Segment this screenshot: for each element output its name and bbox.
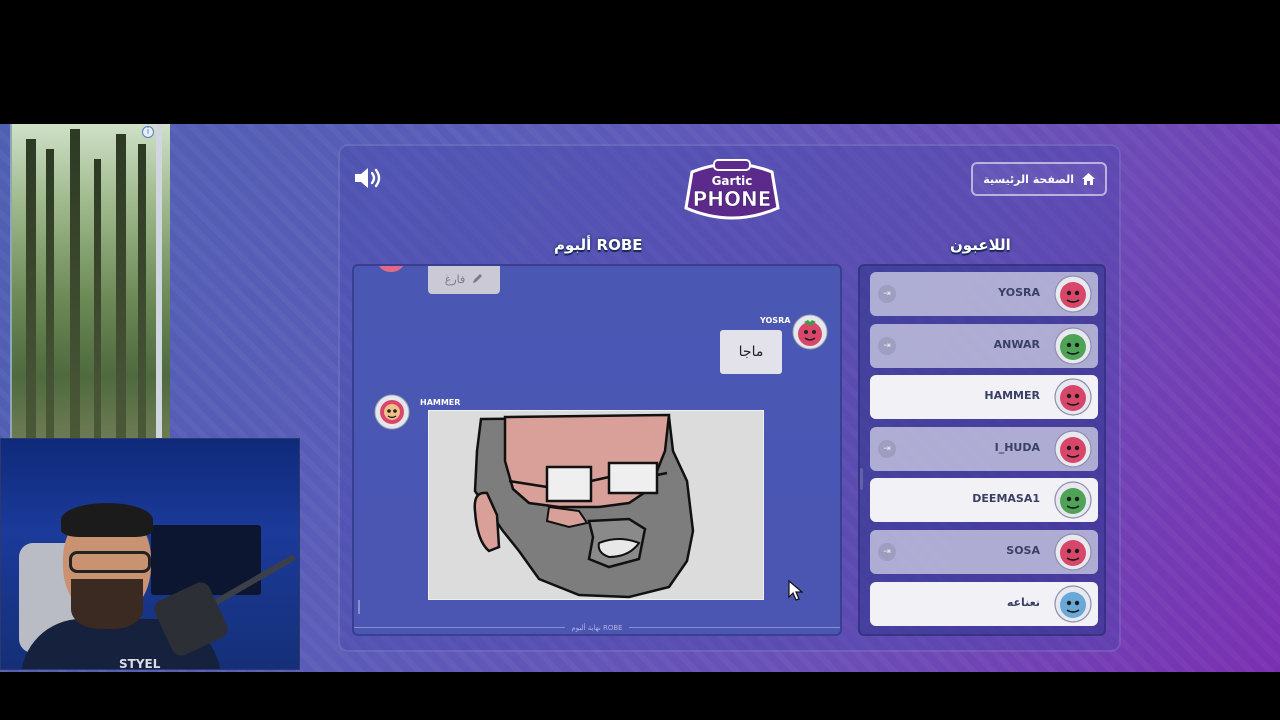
players-list: ⇥ YOSRA ⇥ ANWAR HAMMER ⇥ I_HUDA DEEMASA1 ⇥ SOSA نع…: [858, 264, 1106, 636]
player-row[interactable]: ⇥ ANWAR: [870, 323, 1098, 368]
guess-text-bubble: ماجا: [720, 330, 782, 374]
album-timeline[interactable]: فارغ YOSRA ماجا HAMMER نهاية ألبوم ROBE: [352, 264, 842, 636]
webcam-person-glasses: [69, 551, 151, 573]
player-row[interactable]: ⇥ YOSRA: [870, 272, 1098, 316]
player-name: HAMMER: [984, 389, 1040, 403]
webcam-overlay: STYEL: [0, 438, 300, 670]
donut-face-icon: [1054, 378, 1092, 416]
player-name: نعناعه: [1006, 595, 1040, 609]
kick-player-icon[interactable]: ⇥: [878, 439, 896, 458]
webcam-person-beard: [71, 579, 143, 629]
entry-player-name: HAMMER: [420, 398, 461, 407]
mouse-cursor-icon: [788, 580, 804, 601]
player-name: I_HUDA: [994, 440, 1040, 454]
album-scrollbar[interactable]: [358, 600, 360, 614]
home-icon: [1082, 173, 1095, 185]
game-background: i STYEL Gartic PHONE الصفحة الرئيسية ألب…: [0, 124, 1280, 672]
donut-avatar-icon: [374, 394, 410, 430]
strawberry-avatar-icon: [792, 314, 828, 350]
player-name: SOSA: [1006, 544, 1040, 557]
player-row[interactable]: ⇥ SOSA: [870, 530, 1098, 574]
game-panel: Gartic PHONE الصفحة الرئيسية ألبوم ROBE …: [338, 144, 1121, 652]
webcam-shirt-text: STYEL: [119, 657, 161, 670]
home-button[interactable]: الصفحة الرئيسية: [971, 162, 1107, 196]
player-row[interactable]: ⇥ I_HUDA: [870, 426, 1098, 471]
entry-player-name: YOSRA: [760, 316, 791, 325]
red-angry-face-icon: [1054, 430, 1092, 468]
webcam-person-hair: [61, 503, 153, 537]
empty-entry-bubble: فارغ: [428, 266, 500, 294]
red-strawberry-face-icon: [1054, 533, 1092, 571]
players-title: اللاعبون: [950, 236, 1011, 254]
player-name: YOSRA: [998, 286, 1040, 299]
green-frog-face-icon: [1054, 326, 1092, 365]
screen: i STYEL Gartic PHONE الصفحة الرئيسية ألب…: [0, 0, 1280, 720]
side-scrollbar[interactable]: [156, 124, 162, 439]
album-end-divider: نهاية ألبوم ROBE: [354, 622, 840, 634]
empty-entry-label: فارغ: [444, 272, 466, 286]
player-row[interactable]: DEEMASA1: [870, 478, 1098, 523]
album-title: ألبوم ROBE: [554, 236, 643, 254]
ad-info-icon[interactable]: i: [142, 126, 154, 138]
goggles-face-icon: [1054, 584, 1092, 623]
kick-player-icon[interactable]: ⇥: [878, 285, 896, 303]
face-drawing: [473, 413, 695, 599]
logo-bottom-text: PHONE: [693, 187, 772, 211]
player-name: ANWAR: [993, 337, 1040, 351]
album-end-label: نهاية ألبوم ROBE: [565, 624, 629, 632]
side-ad-image[interactable]: i: [10, 124, 170, 439]
green-monster-face-icon: [1054, 481, 1092, 519]
logo-top-text: Gartic: [712, 174, 753, 188]
pencil-icon: [473, 274, 483, 283]
player-name: DEEMASA1: [972, 492, 1040, 506]
sound-icon[interactable]: [352, 166, 384, 190]
player-row[interactable]: نعناعه: [870, 581, 1098, 626]
avatar: [378, 266, 404, 272]
red-strawberry-face-icon: [1054, 275, 1092, 313]
drawing-card: [428, 410, 764, 600]
home-button-label: الصفحة الرئيسية: [983, 172, 1074, 186]
gartic-phone-logo: Gartic PHONE: [684, 159, 780, 220]
kick-player-icon[interactable]: ⇥: [878, 543, 896, 561]
kick-player-icon[interactable]: ⇥: [878, 336, 896, 355]
player-row[interactable]: HAMMER: [870, 375, 1098, 420]
